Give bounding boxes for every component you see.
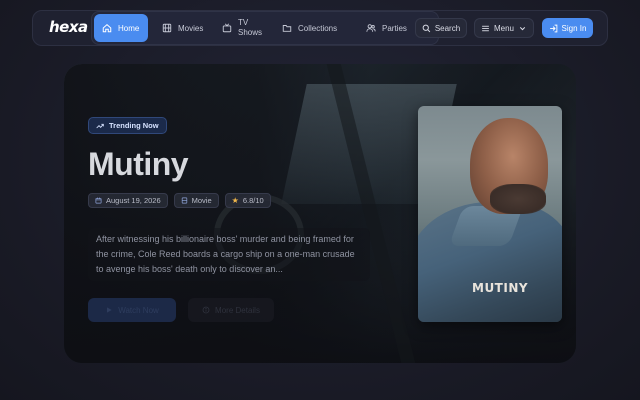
home-icon bbox=[102, 23, 112, 33]
nav-item-collections[interactable]: Collections bbox=[274, 14, 350, 42]
search-button[interactable]: Search bbox=[415, 18, 467, 38]
rating-value: 6.8/10 bbox=[242, 196, 264, 205]
watch-now-label: Watch Now bbox=[118, 305, 159, 315]
users-icon bbox=[366, 24, 376, 32]
watch-now-button[interactable]: Watch Now bbox=[88, 298, 176, 322]
nav-item-label: Home bbox=[118, 23, 140, 33]
login-icon bbox=[549, 24, 557, 32]
nav-item-parties[interactable]: Parties bbox=[358, 14, 416, 42]
hamburger-icon bbox=[482, 25, 489, 31]
nav-item-home[interactable]: Home bbox=[94, 14, 148, 42]
sign-in-label: Sign In bbox=[561, 23, 587, 33]
nav-item-label: TV Shows bbox=[238, 18, 263, 37]
hero-banner: Trending Now Mutiny August 19, 2026 Movi… bbox=[64, 64, 576, 363]
film-icon bbox=[181, 197, 187, 204]
folder-icon bbox=[282, 25, 292, 32]
info-icon bbox=[202, 306, 210, 314]
release-date: August 19, 2026 bbox=[106, 196, 161, 205]
chevron-down-icon bbox=[519, 26, 526, 30]
release-date-chip: August 19, 2026 bbox=[88, 193, 168, 208]
nav-item-movies[interactable]: Movies bbox=[154, 14, 212, 42]
nav-item-label: Collections bbox=[298, 23, 338, 33]
poster-figure-beard bbox=[490, 184, 546, 214]
calendar-icon bbox=[95, 197, 102, 204]
nav-links: Home Movies TV Shows Collections Parties bbox=[91, 11, 439, 45]
movie-meta: August 19, 2026 Movie ★ 6.8/10 bbox=[88, 193, 271, 208]
menu-button[interactable]: Menu bbox=[474, 18, 534, 38]
trending-badge: Trending Now bbox=[88, 117, 167, 134]
menu-button-label: Menu bbox=[493, 23, 514, 33]
trending-badge-label: Trending Now bbox=[109, 121, 159, 130]
play-icon bbox=[107, 307, 112, 313]
movie-description: After witnessing his billionaire boss' m… bbox=[88, 228, 370, 281]
film-icon bbox=[162, 23, 172, 33]
more-details-button[interactable]: More Details bbox=[188, 298, 274, 322]
star-icon: ★ bbox=[231, 195, 239, 205]
movie-title: Mutiny bbox=[88, 146, 189, 182]
nav-item-label: Parties bbox=[382, 23, 407, 33]
nav-item-label: Movies bbox=[178, 23, 204, 33]
trending-up-icon bbox=[96, 123, 104, 128]
nav-item-tv-shows[interactable]: TV Shows bbox=[214, 14, 272, 42]
media-type-chip: Movie bbox=[173, 193, 219, 208]
search-button-label: Search bbox=[434, 23, 461, 33]
media-type: Movie bbox=[191, 196, 212, 205]
brand-logo[interactable]: hexa bbox=[49, 18, 88, 36]
poster-title: MUTINY bbox=[472, 281, 529, 295]
more-details-label: More Details bbox=[215, 305, 260, 315]
search-icon bbox=[422, 24, 431, 32]
movie-poster[interactable]: MUTINY bbox=[418, 106, 562, 322]
sign-in-button[interactable]: Sign In bbox=[542, 18, 593, 38]
top-navbar: hexa Home Movies TV Shows Collections Pa… bbox=[32, 10, 608, 46]
tv-icon bbox=[222, 23, 232, 33]
rating-chip: ★ 6.8/10 bbox=[224, 193, 271, 208]
